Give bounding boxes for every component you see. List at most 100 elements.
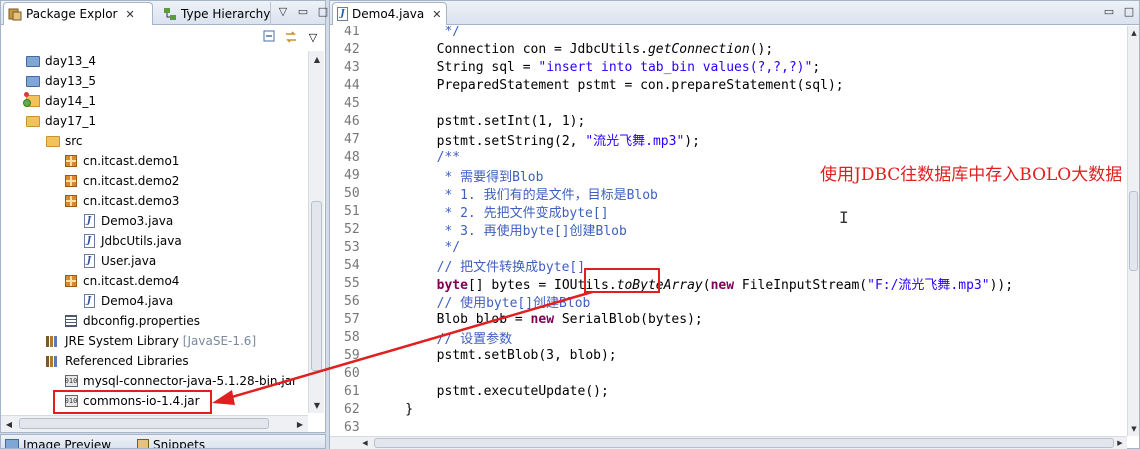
line-number: 56 xyxy=(344,293,360,309)
code-line[interactable]: 58 // 设置参数 xyxy=(344,328,1127,347)
code-text: } xyxy=(374,401,414,417)
tree-item-day14_1[interactable]: day14_1 xyxy=(23,91,96,111)
code-line[interactable]: 54 // 把文件转换成byte[] xyxy=(344,256,1127,275)
package-tree: day13_4 day13_5 day14_1 day17_1 src cn.i… xyxy=(1,51,309,411)
tree-item-java-file[interactable]: J User.java xyxy=(81,251,156,271)
collapse-all-icon[interactable] xyxy=(263,30,277,44)
tree-item-label: JdbcUtils.java xyxy=(101,234,182,248)
view-menu-icon[interactable]: ▽ xyxy=(306,30,320,44)
tree-item-day13_5[interactable]: day13_5 xyxy=(25,71,96,91)
code-line[interactable]: 59 pstmt.setBlob(3, blob); xyxy=(344,346,1127,364)
code-line[interactable]: 50 * 1. 我们有的是文件，目标是Blob xyxy=(344,184,1127,203)
explorer-horizontal-scrollbar[interactable]: ◀ ▶ xyxy=(1,415,308,432)
code-line[interactable]: 47 pstmt.setString(2, "流光飞舞.mp3"); xyxy=(344,130,1127,149)
maximize-icon[interactable]: □ xyxy=(1123,5,1135,18)
tree-item-package[interactable]: cn.itcast.demo2 xyxy=(63,171,179,191)
tree-item-label: User.java xyxy=(101,254,157,268)
java-file-icon: J xyxy=(337,7,348,21)
tree-item-package[interactable]: cn.itcast.demo1 xyxy=(63,151,179,171)
code-line[interactable]: 56 // 使用byte[]创建Blob xyxy=(344,292,1127,311)
tab-type-hierarchy[interactable]: Type Hierarchy xyxy=(159,2,271,25)
java-file-icon: J xyxy=(81,233,97,249)
code-text: * 3. 再使用byte[]创建Blob xyxy=(374,223,627,239)
java-file-icon: J xyxy=(81,253,97,269)
tree-item-jre-library[interactable]: JRE System Library [JavaSE-1.6] xyxy=(45,331,256,351)
code-line[interactable]: 63 xyxy=(344,418,1127,436)
tree-item-day13_4[interactable]: day13_4 xyxy=(25,51,96,71)
tab-demo4-java[interactable]: J Demo4.java ✕ xyxy=(332,2,447,25)
tree-item-package[interactable]: cn.itcast.demo3 xyxy=(63,191,179,211)
tree-item-day17_1[interactable]: day17_1 xyxy=(25,111,96,131)
minimize-icon[interactable]: ▭ xyxy=(297,5,309,18)
code-line[interactable]: 55 byte[] bytes = IOUtils.toByteArray(ne… xyxy=(344,274,1127,293)
tree-item-referenced-libraries[interactable]: Referenced Libraries xyxy=(45,351,189,371)
code-editor[interactable]: 41 */42 Connection con = JdbcUtils.getCo… xyxy=(330,26,1127,436)
link-with-editor-icon[interactable] xyxy=(284,30,298,44)
tree-item-package[interactable]: cn.itcast.demo4 xyxy=(63,271,179,291)
tree-item-label: cn.itcast.demo2 xyxy=(83,174,180,188)
code-text: */ xyxy=(374,239,461,255)
tab-label: Snippets xyxy=(153,438,206,449)
code-line[interactable]: 53 */ xyxy=(344,238,1127,256)
scroll-right-icon[interactable]: ▶ xyxy=(1113,437,1127,449)
code-line[interactable]: 41 */ xyxy=(344,26,1127,40)
view-menu-icon[interactable]: ▽ xyxy=(277,5,289,18)
code-line[interactable]: 62 } xyxy=(344,400,1127,418)
editor-horizontal-scrollbar[interactable]: ◀ ▶ xyxy=(330,436,1127,449)
code-text: // 把文件转换成byte[] xyxy=(374,259,586,275)
annotation-text: 使用JDBC往数据库中存入BOLO大数据 xyxy=(820,165,1123,185)
code-text: // 设置参数 xyxy=(374,331,513,347)
code-line[interactable]: 45 xyxy=(344,94,1127,112)
code-text: Blob blob = new SerialBlob(bytes); xyxy=(374,311,703,327)
scroll-thumb[interactable] xyxy=(374,438,1114,448)
line-number: 52 xyxy=(344,221,360,237)
left-window-buttons: ▽ ▭ □ xyxy=(277,5,329,18)
tab-snippets[interactable]: Snippets xyxy=(137,438,206,449)
line-number: 43 xyxy=(344,59,360,75)
tree-item-java-file[interactable]: J Demo3.java xyxy=(81,211,173,231)
scroll-up-icon[interactable]: ▲ xyxy=(309,51,325,67)
minimize-icon[interactable]: ▭ xyxy=(1103,5,1115,18)
tree-item-label: cn.itcast.demo1 xyxy=(83,154,180,168)
scroll-left-icon[interactable]: ◀ xyxy=(1,416,17,432)
explorer-vertical-scrollbar[interactable]: ▲ ▼ xyxy=(308,51,324,413)
tree-item-properties[interactable]: dbconfig.properties xyxy=(63,311,200,331)
maximize-icon[interactable]: □ xyxy=(317,5,329,18)
tab-image-preview[interactable]: Image Preview xyxy=(5,438,111,448)
tree-item-src[interactable]: src xyxy=(45,131,83,151)
scroll-down-icon[interactable]: ▼ xyxy=(1128,422,1140,436)
editor-vertical-scrollbar[interactable]: ▲ ▼ xyxy=(1127,26,1139,436)
scroll-left-icon[interactable]: ◀ xyxy=(358,437,372,449)
code-text: Connection con = JdbcUtils.getConnection… xyxy=(374,41,774,57)
code-line[interactable]: 42 Connection con = JdbcUtils.getConnect… xyxy=(344,40,1127,58)
code-line[interactable]: 57 Blob blob = new SerialBlob(bytes); xyxy=(344,310,1127,328)
scroll-up-icon[interactable]: ▲ xyxy=(1128,26,1140,40)
tab-package-explorer[interactable]: Package Explor ✕ xyxy=(3,2,153,25)
tree-item-jar[interactable]: 010 mysql-connector-java-5.1.28-bin.jar xyxy=(63,371,297,391)
tree-item-label: day17_1 xyxy=(45,114,96,128)
code-line[interactable]: 46 pstmt.setInt(1, 1); xyxy=(344,112,1127,130)
tree-item-label: mysql-connector-java-5.1.28-bin.jar xyxy=(83,374,297,388)
code-line[interactable]: 43 String sql = "insert into tab_bin val… xyxy=(344,58,1127,76)
code-line[interactable]: 61 pstmt.executeUpdate(); xyxy=(344,382,1127,400)
tree-item-java-file[interactable]: J Demo4.java xyxy=(81,291,173,311)
code-text: // 使用byte[]创建Blob xyxy=(374,295,591,311)
code-line[interactable]: 60 xyxy=(344,364,1127,382)
code-line[interactable]: 52 * 3. 再使用byte[]创建Blob xyxy=(344,220,1127,239)
scroll-thumb[interactable] xyxy=(19,418,269,429)
code-line[interactable]: 44 PreparedStatement pstmt = con.prepare… xyxy=(344,76,1127,94)
tree-item-java-file[interactable]: J JdbcUtils.java xyxy=(81,231,182,251)
tree-item-label: Referenced Libraries xyxy=(65,354,189,368)
image-icon xyxy=(5,439,19,448)
code-line[interactable]: 51 * 2. 先把文件变成byte[] xyxy=(344,202,1127,221)
close-icon[interactable]: ✕ xyxy=(432,8,441,21)
tab-label: Demo4.java xyxy=(352,7,425,21)
scroll-right-icon[interactable]: ▶ xyxy=(292,416,308,432)
scroll-thumb[interactable] xyxy=(1129,191,1138,271)
scroll-down-icon[interactable]: ▼ xyxy=(309,397,325,413)
highlight-box-ioutils xyxy=(584,268,660,293)
close-icon[interactable]: ✕ xyxy=(125,8,134,21)
scroll-thumb[interactable] xyxy=(311,201,322,371)
line-number: 47 xyxy=(344,131,360,147)
tree-item-label: dbconfig.properties xyxy=(83,314,201,328)
